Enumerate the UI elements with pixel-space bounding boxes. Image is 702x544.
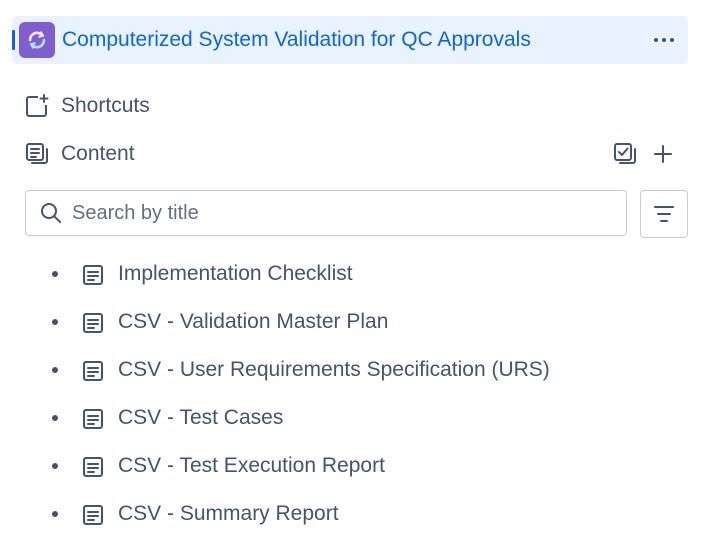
filter-icon [654, 206, 674, 222]
search-field[interactable] [25, 190, 627, 236]
space-title[interactable]: Computerized System Validation for QC Ap… [62, 28, 531, 52]
shortcuts-label: Shortcuts [61, 94, 150, 117]
tree-item[interactable]: CSV - Summary Report [0, 490, 702, 538]
bullet-icon [52, 511, 58, 517]
nav-shortcuts[interactable]: Shortcuts [24, 92, 150, 120]
space-avatar [19, 22, 55, 58]
page-icon [80, 406, 106, 432]
content-actions [612, 140, 676, 168]
bullet-icon [52, 319, 58, 325]
page-icon [80, 454, 106, 480]
add-shortcut-icon [24, 93, 50, 119]
content-label: Content [61, 142, 135, 165]
tree-item[interactable]: CSV - User Requirements Specification (U… [0, 346, 702, 394]
bullet-icon [52, 367, 58, 373]
page-icon [80, 358, 106, 384]
content-tree: Implementation Checklist CSV - Validatio… [0, 250, 702, 538]
bullet-icon [52, 415, 58, 421]
filter-button[interactable] [640, 190, 688, 238]
space-header[interactable]: Computerized System Validation for QC Ap… [12, 16, 688, 64]
create-content-button[interactable] [650, 141, 676, 167]
checkbox-multi-icon [614, 143, 636, 164]
tree-item[interactable]: CSV - Test Execution Report [0, 442, 702, 490]
tree-item-label[interactable]: CSV - Validation Master Plan [118, 309, 388, 335]
plus-icon [654, 145, 672, 163]
tree-item[interactable]: CSV - Test Cases [0, 394, 702, 442]
bullet-icon [52, 463, 58, 469]
tree-item-label[interactable]: CSV - User Requirements Specification (U… [118, 357, 550, 383]
tree-item-label[interactable]: CSV - Test Execution Report [118, 453, 385, 479]
nav-content[interactable]: Content [24, 140, 676, 168]
select-items-button[interactable] [612, 141, 638, 167]
tree-item[interactable]: CSV - Validation Master Plan [0, 298, 702, 346]
search-input[interactable] [70, 200, 614, 226]
search-icon [38, 200, 64, 226]
page-icon [80, 502, 106, 528]
more-horizontal-icon [654, 38, 674, 42]
content-icon [24, 141, 50, 167]
tree-item-label[interactable]: CSV - Summary Report [118, 501, 339, 527]
tree-item-label[interactable]: CSV - Test Cases [118, 405, 283, 431]
selected-indicator [12, 30, 15, 50]
sidebar-panel: Computerized System Validation for QC Ap… [0, 0, 702, 544]
tree-item-label[interactable]: Implementation Checklist [118, 261, 353, 287]
bullet-icon [52, 271, 58, 277]
more-actions-button[interactable] [652, 28, 676, 52]
tree-item[interactable]: Implementation Checklist [0, 250, 702, 298]
circular-arrows-icon [28, 31, 46, 49]
page-icon [80, 310, 106, 336]
page-icon [80, 262, 106, 288]
